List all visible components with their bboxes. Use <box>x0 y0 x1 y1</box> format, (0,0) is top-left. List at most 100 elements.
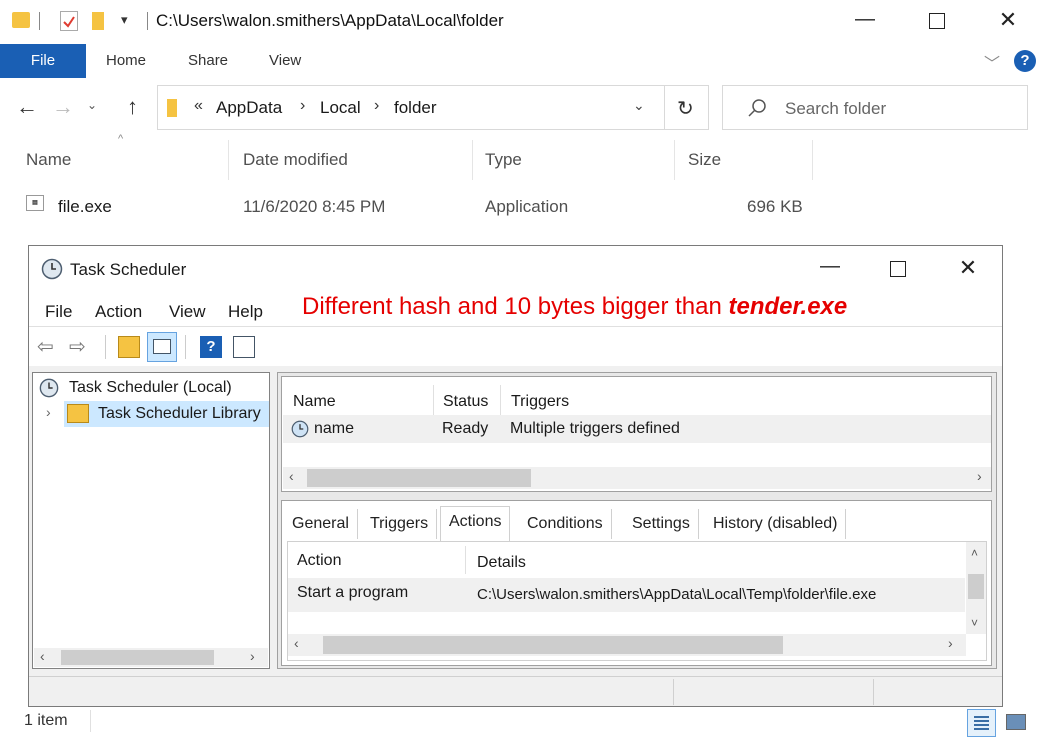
file-row[interactable]: ▤ file.exe 11/6/2020 8:45 PM Application… <box>20 188 820 224</box>
actions-vertical-scrollbar[interactable]: ˄ ˅ <box>966 542 986 634</box>
actions-horizontal-scrollbar[interactable]: ‹ › <box>288 634 966 656</box>
annotation-text: Different hash and 10 bytes bigger than … <box>302 293 847 321</box>
scrollbar-thumb[interactable] <box>61 650 214 665</box>
status-item-count: 1 item <box>24 712 68 729</box>
search-box[interactable]: Search folder <box>722 85 1028 130</box>
table-row[interactable]: name Ready Multiple triggers defined <box>283 415 991 443</box>
scroll-left-arrow[interactable]: ‹ <box>294 635 299 651</box>
task-name: name <box>314 420 355 437</box>
recent-locations-dropdown[interactable]: ⌄ <box>87 98 97 112</box>
refresh-button[interactable]: ↻ <box>664 85 709 130</box>
tab-history[interactable]: History (disabled) <box>705 509 847 539</box>
scroll-down-arrow[interactable]: ˅ <box>971 616 978 630</box>
up-arrow-icon[interactable]: ↑ <box>127 94 138 120</box>
menu-action[interactable]: Action <box>95 302 142 322</box>
ts-close-button[interactable]: ✕ <box>948 255 988 281</box>
menu-view[interactable]: View <box>169 302 206 322</box>
address-dropdown-icon[interactable]: ⌄ <box>633 97 645 114</box>
tab-settings[interactable]: Settings <box>624 509 699 539</box>
show-hide-action-pane-icon[interactable] <box>233 336 255 358</box>
tab-conditions[interactable]: Conditions <box>519 509 612 539</box>
search-input[interactable]: Search folder <box>785 99 886 119</box>
column-divider[interactable] <box>812 140 813 180</box>
column-divider[interactable] <box>674 140 675 180</box>
action-column-action[interactable]: Action <box>297 552 341 570</box>
forward-arrow-icon[interactable]: ⇨ <box>69 336 91 358</box>
tab-actions[interactable]: Actions <box>440 506 511 541</box>
ts-menubar: File Action View Help Different hash and… <box>29 290 1002 326</box>
folder-clock-icon <box>67 404 89 423</box>
back-arrow-icon[interactable]: ⇦ <box>37 336 59 358</box>
ribbon-expand-chevron[interactable]: ﹀ <box>984 50 1000 74</box>
help-icon[interactable]: ? <box>1014 50 1036 72</box>
action-column-details[interactable]: Details <box>477 554 526 572</box>
task-scheduler-titlebar: Task Scheduler — ✕ <box>29 246 1002 290</box>
task-detail-pane: General Triggers Actions Conditions Sett… <box>281 500 992 666</box>
column-header-size[interactable]: Size <box>688 150 721 170</box>
task-main-pane: Name Status Triggers name Ready Multiple… <box>277 372 997 669</box>
task-column-triggers[interactable]: Triggers <box>511 393 569 411</box>
tree-item-label: Task Scheduler Library <box>98 405 261 422</box>
task-column-name[interactable]: Name <box>293 393 336 411</box>
breadcrumb-separator: › <box>374 97 380 114</box>
ts-maximize-button[interactable] <box>890 261 906 277</box>
table-row[interactable]: Start a program C:\Users\walon.smithers\… <box>288 578 965 612</box>
help-icon[interactable]: ? <box>200 336 222 358</box>
tab-share[interactable]: Share <box>188 44 228 78</box>
tree-horizontal-scrollbar[interactable]: ‹ › <box>34 648 268 667</box>
column-header-type[interactable]: Type <box>485 150 522 170</box>
task-column-status[interactable]: Status <box>443 393 488 411</box>
show-hide-console-tree-icon[interactable] <box>147 332 177 362</box>
task-list: Name Status Triggers name Ready Multiple… <box>281 376 992 492</box>
breadcrumb-folder[interactable]: folder <box>394 98 437 118</box>
up-folder-icon[interactable] <box>118 336 140 358</box>
back-arrow-icon[interactable]: ← <box>16 94 38 120</box>
ts-minimize-button[interactable]: — <box>810 255 850 278</box>
scrollbar-thumb[interactable] <box>307 469 531 487</box>
tab-triggers[interactable]: Triggers <box>362 509 438 539</box>
scrollbar-thumb[interactable] <box>323 636 783 654</box>
large-icons-view-icon[interactable] <box>1006 714 1026 730</box>
tree-item-task-scheduler-local[interactable]: Task Scheduler (Local) <box>69 379 232 397</box>
column-header-date-modified[interactable]: Date modified <box>243 150 348 170</box>
column-divider[interactable] <box>228 140 229 180</box>
clock-icon <box>41 258 63 285</box>
scroll-right-arrow[interactable]: › <box>250 648 255 664</box>
menu-help[interactable]: Help <box>228 302 263 322</box>
column-divider[interactable] <box>465 546 466 574</box>
scroll-right-arrow[interactable]: › <box>977 468 982 484</box>
address-bar[interactable]: « AppData › Local › folder ⌄ <box>157 85 665 130</box>
details-view-icon[interactable] <box>967 709 996 737</box>
breadcrumb-overflow[interactable]: « <box>194 97 203 115</box>
action-details: C:\Users\walon.smithers\AppData\Local\Te… <box>477 586 877 603</box>
clock-icon <box>39 378 59 403</box>
tab-file[interactable]: File <box>0 44 86 78</box>
scroll-right-arrow[interactable]: › <box>948 635 953 651</box>
breadcrumb-appdata[interactable]: AppData <box>216 98 282 118</box>
task-scheduler-title: Task Scheduler <box>70 260 187 279</box>
new-folder-icon[interactable] <box>92 12 104 30</box>
scrollbar-thumb[interactable] <box>968 574 984 599</box>
column-header-name[interactable]: Name <box>26 150 71 170</box>
customize-qat-dropdown[interactable]: ▾ <box>121 12 128 28</box>
breadcrumb-local[interactable]: Local <box>320 98 361 118</box>
scroll-up-arrow[interactable]: ˄ <box>971 546 978 560</box>
tree-item-task-scheduler-library[interactable]: Task Scheduler Library <box>64 401 269 427</box>
column-divider[interactable] <box>433 385 434 415</box>
maximize-button[interactable] <box>929 13 945 29</box>
tab-home[interactable]: Home <box>106 44 146 78</box>
menu-file[interactable]: File <box>45 302 72 322</box>
scroll-left-arrow[interactable]: ‹ <box>289 468 294 484</box>
tab-general[interactable]: General <box>284 509 358 539</box>
detail-tabs: General Triggers Actions Conditions Sett… <box>282 506 991 541</box>
column-divider[interactable] <box>472 140 473 180</box>
tree-expand-chevron[interactable]: › <box>46 404 51 420</box>
scroll-left-arrow[interactable]: ‹ <box>40 648 45 664</box>
task-list-horizontal-scrollbar[interactable]: ‹ › <box>283 467 991 489</box>
minimize-button[interactable]: — <box>845 8 885 31</box>
close-button[interactable]: ✕ <box>988 7 1028 33</box>
forward-arrow-icon[interactable]: → <box>52 94 74 120</box>
column-divider[interactable] <box>500 385 501 415</box>
tab-view[interactable]: View <box>269 44 301 78</box>
checkmark-icon[interactable] <box>60 11 78 31</box>
